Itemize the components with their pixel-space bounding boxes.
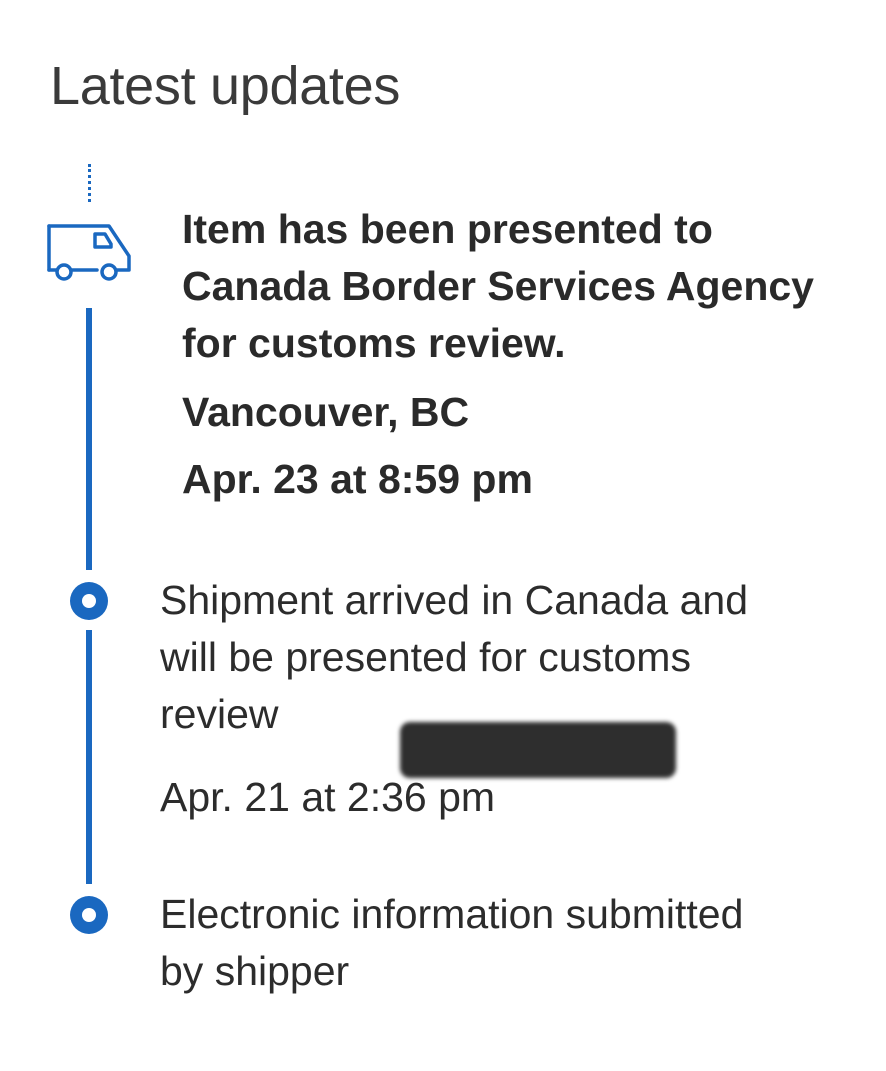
redacted-location [400,722,676,778]
event-description-line: Electronic information submitted [160,891,744,937]
section-title: Latest updates [50,56,401,116]
timeline-connector [86,630,92,884]
event-description-line: for customs review. [182,320,566,366]
timeline-dotted-connector [88,164,91,202]
timeline-connector [86,308,92,570]
event-details: Shipment arrived in Canada and will be p… [160,572,748,826]
event-timestamp: Apr. 23 at 8:59 pm [182,456,533,502]
event-description-line: Item has been presented to [182,206,713,252]
truck-icon [47,224,131,281]
event-details: Item has been presented to Canada Border… [182,201,814,508]
timeline-dot-icon [70,582,108,620]
event-description-line: Canada Border Services Agency [182,263,814,309]
event-description-line: Shipment arrived in Canada and [160,577,749,623]
event-location: Vancouver, BC [182,389,470,435]
timeline-dot-icon [70,896,108,934]
event-details: Electronic information submitted by ship… [160,886,743,1000]
event-description-line: by shipper [160,948,350,994]
event-description-line: will be presented for customs [160,634,691,680]
